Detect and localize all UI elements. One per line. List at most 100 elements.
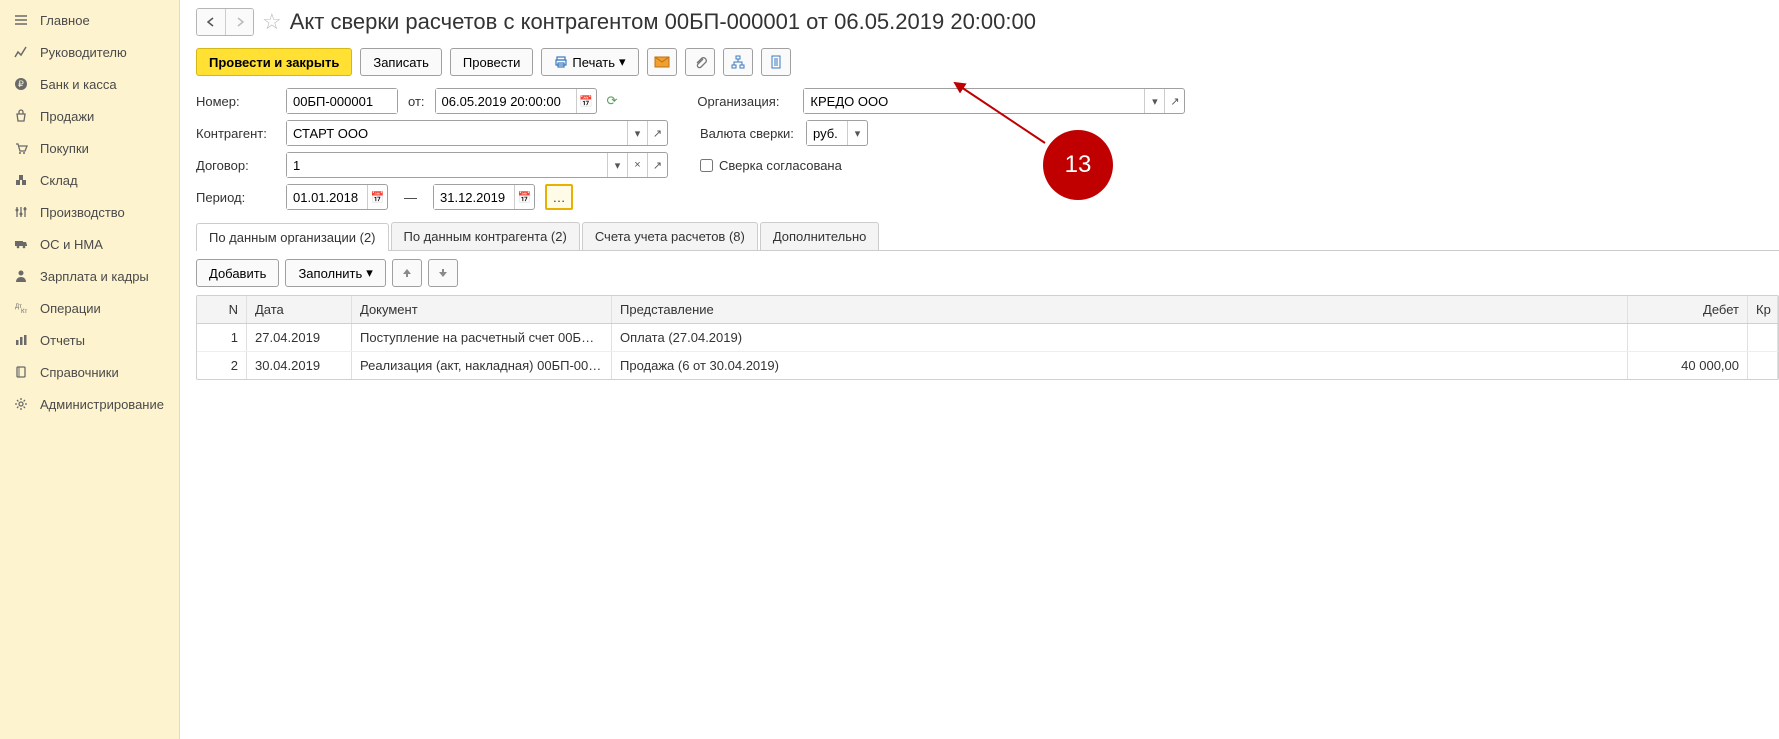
sidebar-item-catalogs[interactable]: Справочники	[0, 356, 179, 388]
add-button[interactable]: Добавить	[196, 259, 279, 287]
table-row[interactable]: 1 27.04.2019 Поступление на расчетный сч…	[197, 324, 1778, 352]
clear-icon[interactable]: ×	[627, 153, 647, 177]
contragent-input[interactable]	[287, 121, 627, 145]
sidebar-item-operations[interactable]: ДтКт Операции	[0, 292, 179, 324]
tab-extra[interactable]: Дополнительно	[760, 222, 880, 250]
gear-icon	[12, 396, 30, 412]
sidebar-item-label: Руководителю	[40, 45, 127, 60]
callout-badge: 13	[1043, 130, 1113, 200]
date-input[interactable]	[436, 89, 576, 113]
org-input[interactable]	[804, 89, 1144, 113]
print-button[interactable]: Печать ▾	[541, 48, 638, 76]
printer-icon	[554, 55, 568, 69]
period-picker-button[interactable]: …	[545, 184, 573, 210]
cell-date: 30.04.2019	[247, 352, 352, 379]
post-and-close-button[interactable]: Провести и закрыть	[196, 48, 352, 76]
refresh-icon[interactable]: ⟳	[607, 93, 618, 109]
sidebar-item-purchases[interactable]: Покупки	[0, 132, 179, 164]
sidebar-item-assets[interactable]: ОС и НМА	[0, 228, 179, 260]
chevron-down-icon: ▾	[366, 265, 373, 281]
open-icon[interactable]: ↗	[647, 121, 667, 145]
move-down-button[interactable]	[428, 259, 458, 287]
checked-label: Сверка согласована	[719, 158, 842, 173]
favorite-star-icon[interactable]: ☆	[262, 9, 282, 35]
dropdown-icon[interactable]: ▾	[607, 153, 627, 177]
open-icon[interactable]: ↗	[647, 153, 667, 177]
col-date[interactable]: Дата	[247, 296, 352, 323]
tab-contragent-data[interactable]: По данным контрагента (2)	[391, 222, 580, 250]
report-button[interactable]	[761, 48, 791, 76]
related-button[interactable]	[723, 48, 753, 76]
calendar-icon[interactable]: 📅	[514, 185, 534, 209]
sidebar-item-label: Покупки	[40, 141, 89, 156]
tab-org-data[interactable]: По данным организации (2)	[196, 223, 389, 251]
sidebar-item-warehouse[interactable]: Склад	[0, 164, 179, 196]
sidebar-item-label: Главное	[40, 13, 90, 28]
dropdown-icon[interactable]: ▾	[1144, 89, 1164, 113]
period-from-input[interactable]	[287, 185, 367, 209]
truck-icon	[12, 236, 30, 252]
nav-forward-button[interactable]	[225, 9, 253, 35]
cell-doc: Поступление на расчетный счет 00БП-...	[352, 324, 612, 351]
number-label: Номер:	[196, 94, 276, 109]
period-to-field[interactable]: 📅	[433, 184, 535, 210]
period-to-input[interactable]	[434, 185, 514, 209]
sidebar-item-manager[interactable]: Руководителю	[0, 36, 179, 68]
person-icon	[12, 268, 30, 284]
dropdown-icon[interactable]: ▾	[847, 121, 867, 145]
sidebar-item-label: Склад	[40, 173, 78, 188]
form-area: Номер: от: 📅 ⟳ Организация: ▾ ↗ Контраге…	[196, 88, 1779, 210]
contract-input[interactable]	[287, 153, 607, 177]
number-field[interactable]	[286, 88, 398, 114]
sidebar-item-main[interactable]: Главное	[0, 4, 179, 36]
move-up-button[interactable]	[392, 259, 422, 287]
date-field[interactable]: 📅	[435, 88, 597, 114]
cell-deb: 40 000,00	[1628, 352, 1748, 379]
checked-checkbox[interactable]	[700, 159, 713, 172]
paperclip-icon	[693, 55, 707, 69]
contragent-label: Контрагент:	[196, 126, 276, 141]
save-button[interactable]: Записать	[360, 48, 442, 76]
post-button[interactable]: Провести	[450, 48, 534, 76]
arrow-up-icon	[401, 267, 413, 279]
tab-accounts[interactable]: Счета учета расчетов (8)	[582, 222, 758, 250]
contract-field[interactable]: ▾ × ↗	[286, 152, 668, 178]
currency-label: Валюта сверки:	[700, 126, 796, 141]
sidebar-item-sales[interactable]: Продажи	[0, 100, 179, 132]
sidebar-item-reports[interactable]: Отчеты	[0, 324, 179, 356]
period-label: Период:	[196, 190, 276, 205]
fill-button[interactable]: Заполнить ▾	[285, 259, 385, 287]
contragent-field[interactable]: ▾ ↗	[286, 120, 668, 146]
org-field[interactable]: ▾ ↗	[803, 88, 1185, 114]
col-doc[interactable]: Документ	[352, 296, 612, 323]
sidebar-item-label: Продажи	[40, 109, 94, 124]
sidebar-item-production[interactable]: Производство	[0, 196, 179, 228]
number-input[interactable]	[287, 89, 397, 113]
sidebar: Главное Руководителю ₽ Банк и касса Прод…	[0, 0, 180, 739]
col-pres[interactable]: Представление	[612, 296, 1628, 323]
col-kr[interactable]: Кр	[1748, 296, 1778, 323]
sidebar-item-salary[interactable]: Зарплата и кадры	[0, 260, 179, 292]
email-button[interactable]	[647, 48, 677, 76]
period-from-field[interactable]: 📅	[286, 184, 388, 210]
calendar-icon[interactable]: 📅	[367, 185, 387, 209]
dropdown-icon[interactable]: ▾	[627, 121, 647, 145]
nav-back-button[interactable]	[197, 9, 225, 35]
table-row[interactable]: 2 30.04.2019 Реализация (акт, накладная)…	[197, 352, 1778, 379]
header-row: ☆ Акт сверки расчетов с контрагентом 00Б…	[196, 8, 1779, 36]
print-label: Печать	[572, 55, 615, 70]
envelope-icon	[654, 56, 670, 68]
cell-date: 27.04.2019	[247, 324, 352, 351]
open-icon[interactable]: ↗	[1164, 89, 1184, 113]
attach-button[interactable]	[685, 48, 715, 76]
bag-icon	[12, 108, 30, 124]
col-n[interactable]: N	[197, 296, 247, 323]
sidebar-item-bank[interactable]: ₽ Банк и касса	[0, 68, 179, 100]
nav-group	[196, 8, 254, 36]
sidebar-item-admin[interactable]: Администрирование	[0, 388, 179, 420]
currency-input[interactable]	[807, 121, 847, 145]
col-deb[interactable]: Дебет	[1628, 296, 1748, 323]
sidebar-item-label: Банк и касса	[40, 77, 117, 92]
currency-field[interactable]: ▾	[806, 120, 868, 146]
calendar-icon[interactable]: 📅	[576, 89, 596, 113]
